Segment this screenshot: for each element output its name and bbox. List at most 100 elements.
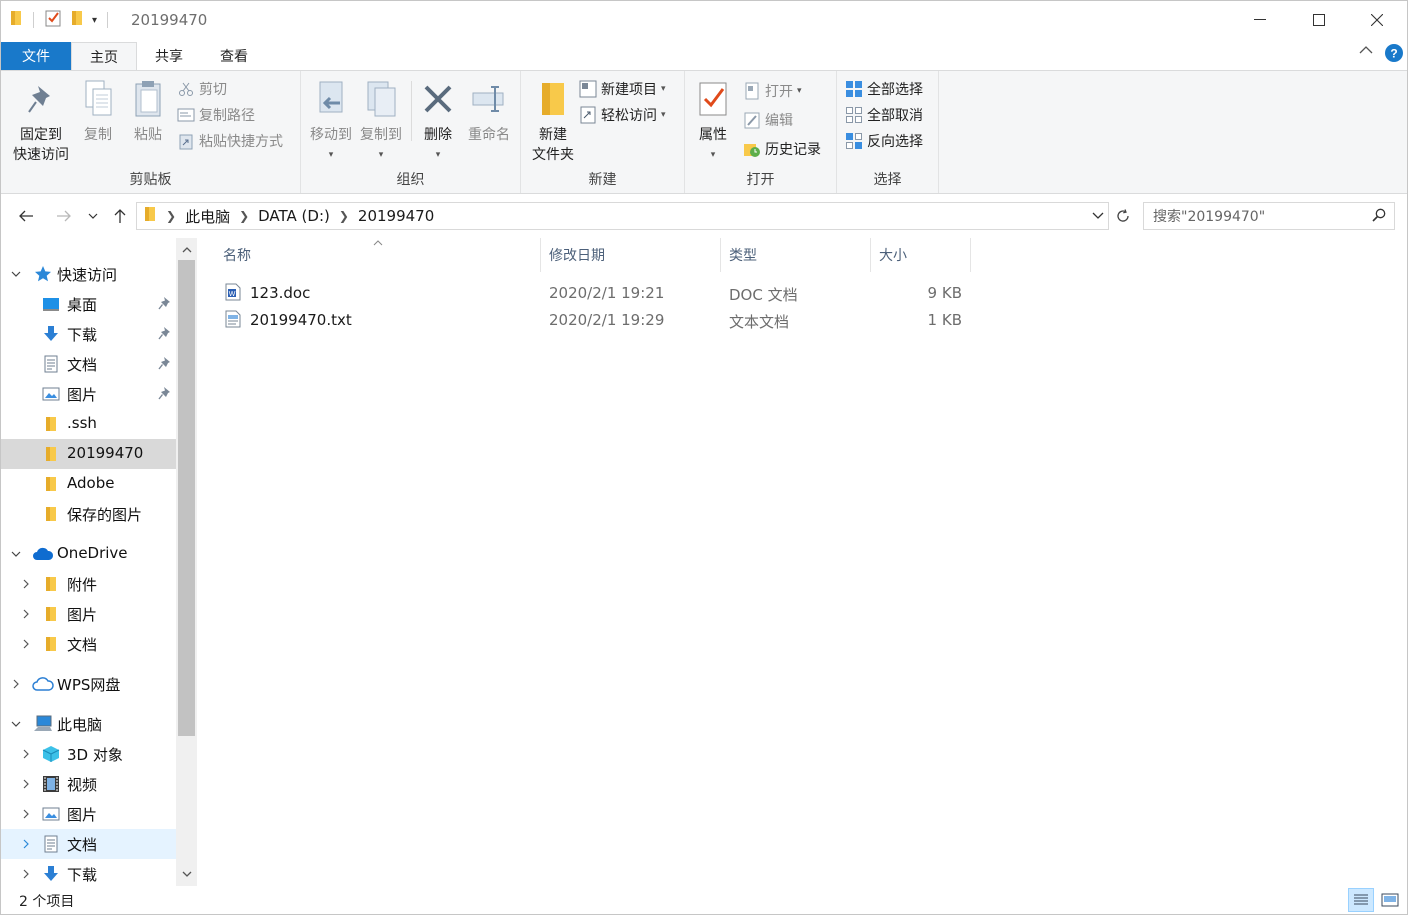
breadcrumb-separator-icon[interactable]: ❯ [339, 209, 349, 223]
table-row[interactable]: W 123.doc 2020/2/1 19:21 DOC 文档 9 KB [219, 280, 971, 306]
column-header-name[interactable]: 名称 [215, 238, 541, 272]
nav-item-this-pc[interactable]: 此电脑 [1, 709, 176, 739]
nav-item-od-pictures[interactable]: 图片 [1, 599, 176, 629]
chevron-right-icon[interactable] [19, 607, 33, 621]
nav-item-saved-pictures[interactable]: 保存的图片 [1, 499, 176, 529]
nav-item-videos[interactable]: 视频 [1, 769, 176, 799]
details-view-button[interactable] [1348, 888, 1374, 912]
chevron-right-icon[interactable] [9, 677, 23, 691]
scroll-down-icon[interactable] [176, 864, 197, 884]
large-icons-view-button[interactable] [1377, 888, 1403, 912]
back-button[interactable] [15, 204, 37, 228]
properties-button[interactable]: 属性 ▾ [691, 77, 735, 165]
new-folder-button[interactable]: 新建 文件夹 [525, 77, 581, 165]
nav-scrollbar[interactable] [176, 238, 197, 886]
breadcrumb-drive-d[interactable]: DATA (D:) [258, 207, 330, 225]
search-input[interactable]: 搜索"20199470" [1153, 206, 1265, 226]
open-button[interactable]: 打开 ▾ [743, 79, 802, 103]
move-to-button[interactable]: 移动到 ▾ [307, 77, 355, 165]
nav-item-pc-documents[interactable]: 文档 [1, 829, 176, 859]
chevron-right-icon[interactable] [19, 867, 33, 881]
nav-item-pc-pictures[interactable]: 图片 [1, 799, 176, 829]
chevron-right-icon[interactable] [19, 807, 33, 821]
chevron-right-icon[interactable] [19, 637, 33, 651]
search-box[interactable]: 搜索"20199470" [1143, 202, 1395, 230]
column-header-type[interactable]: 类型 [721, 238, 871, 272]
nav-item-od-documents[interactable]: 文档 [1, 629, 176, 659]
close-button[interactable] [1348, 1, 1406, 39]
collapse-ribbon-button[interactable] [1359, 45, 1373, 55]
address-bar[interactable]: ❯ 此电脑 ❯ DATA (D:) ❯ 20199470 [136, 202, 1109, 230]
copy-path-button[interactable]: 复制路径 [177, 103, 255, 127]
pinned-icon[interactable] [158, 326, 172, 344]
breadcrumb-separator-icon[interactable]: ❯ [166, 209, 176, 223]
refresh-button[interactable] [1111, 202, 1135, 230]
chevron-down-icon[interactable] [9, 547, 23, 561]
chevron-right-icon[interactable] [19, 747, 33, 761]
paste-button[interactable]: 粘贴 [127, 77, 169, 145]
cut-button[interactable]: 剪切 [177, 77, 227, 101]
forward-button[interactable] [53, 204, 75, 228]
tab-share[interactable]: 共享 [137, 42, 201, 70]
column-header-size[interactable]: 大小 [871, 238, 971, 272]
nav-item-quick-access[interactable]: 快速访问 [1, 259, 176, 289]
select-none-button[interactable]: 全部取消 [845, 103, 923, 127]
pin-to-quick-access-button[interactable]: 固定到 快速访问 [9, 77, 73, 165]
nav-scrollbar-thumb[interactable] [178, 260, 195, 736]
tab-view[interactable]: 查看 [201, 42, 267, 70]
nav-item-documents[interactable]: 文档 [1, 349, 176, 379]
breadcrumb-current-folder[interactable]: 20199470 [358, 207, 434, 225]
tab-home[interactable]: 主页 [71, 42, 137, 70]
help-button[interactable]: ? [1385, 44, 1403, 62]
maximize-button[interactable] [1290, 1, 1348, 39]
pinned-icon[interactable] [158, 386, 172, 404]
pinned-icon[interactable] [158, 296, 172, 314]
chevron-down-icon[interactable] [9, 267, 23, 281]
address-history-dropdown[interactable] [1088, 203, 1108, 229]
column-label: 大小 [879, 248, 907, 264]
column-label: 类型 [729, 248, 757, 264]
nav-item-20199470[interactable]: 20199470 [1, 439, 176, 469]
chevron-right-icon[interactable] [19, 777, 33, 791]
new-item-button[interactable]: 新建项目 ▾ [579, 77, 666, 101]
folder-icon [41, 604, 61, 624]
nav-item-wps[interactable]: WPS网盘 [1, 669, 176, 699]
chevron-down-icon[interactable] [9, 717, 23, 731]
scroll-up-icon[interactable] [176, 240, 197, 260]
new-folder-qat-icon[interactable] [70, 9, 84, 31]
up-button[interactable] [109, 204, 131, 228]
nav-item-od-attachments[interactable]: 附件 [1, 569, 176, 599]
breadcrumb-separator-icon[interactable]: ❯ [239, 209, 249, 223]
tab-file[interactable]: 文件 [1, 42, 71, 70]
chevron-right-icon[interactable] [19, 577, 33, 591]
nav-item-pc-downloads[interactable]: 下载 [1, 859, 176, 886]
minimize-button[interactable] [1231, 1, 1289, 39]
nav-item-ssh[interactable]: .ssh [1, 409, 176, 439]
paste-shortcut-button[interactable]: 粘贴快捷方式 [177, 129, 283, 153]
nav-item-pictures[interactable]: 图片 [1, 379, 176, 409]
nav-item-desktop[interactable]: 桌面 [1, 289, 176, 319]
copy-to-button[interactable]: 复制到 ▾ [357, 77, 405, 165]
nav-item-downloads[interactable]: 下载 [1, 319, 176, 349]
edit-button[interactable]: 编辑 [743, 108, 793, 132]
copy-button[interactable]: 复制 [77, 77, 119, 145]
breadcrumb-this-pc[interactable]: 此电脑 [185, 206, 230, 227]
recent-locations-button[interactable] [84, 204, 102, 228]
table-row[interactable]: 20199470.txt 2020/2/1 19:29 文本文档 1 KB [219, 307, 971, 333]
properties-check-icon[interactable] [44, 9, 62, 31]
nav-item-adobe[interactable]: Adobe [1, 469, 176, 499]
easy-access-button[interactable]: 轻松访问 ▾ [579, 103, 666, 127]
pinned-icon[interactable] [158, 356, 172, 374]
history-button[interactable]: 历史记录 [743, 137, 821, 161]
invert-selection-button[interactable]: 反向选择 [845, 129, 923, 153]
nav-item-3d-objects[interactable]: 3D 对象 [1, 739, 176, 769]
edit-label: 编辑 [765, 113, 793, 129]
qat-customize-icon[interactable]: ▾ [92, 15, 97, 26]
nav-item-onedrive[interactable]: OneDrive [1, 539, 176, 569]
column-header-modified[interactable]: 修改日期 [541, 238, 721, 272]
chevron-right-icon[interactable] [19, 837, 33, 851]
delete-button[interactable]: 删除 ▾ [417, 77, 459, 165]
rename-button[interactable]: 重命名 [463, 77, 515, 145]
forward-arrow-icon [57, 210, 71, 222]
select-all-button[interactable]: 全部选择 [845, 77, 923, 101]
